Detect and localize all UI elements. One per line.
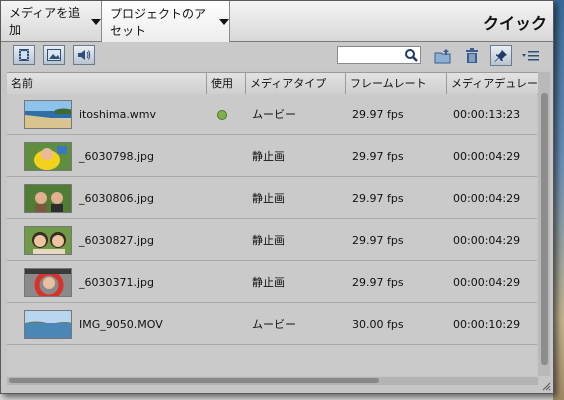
thumbnail-beach — [24, 100, 72, 129]
menu-icon — [522, 51, 539, 61]
asset-duration: 00:00:04:29 — [453, 192, 521, 205]
table-row[interactable]: _6030827.jpg 静止画 29.97 fps 00:00:04:29 — [7, 220, 537, 261]
asset-frame-rate: 29.97 fps — [352, 108, 404, 121]
project-assets-label: プロジェクトのアセット — [110, 6, 207, 38]
delete-button[interactable] — [462, 46, 482, 66]
desktop-background — [553, 0, 564, 400]
table-row[interactable]: _6030798.jpg 静止画 29.97 fps 00:00:04:29 — [7, 136, 537, 177]
asset-frame-rate: 30.00 fps — [352, 318, 404, 331]
asset-frame-rate: 29.97 fps — [352, 276, 404, 289]
thumbnail-children-green — [24, 184, 72, 213]
quick-mode-tab[interactable]: クイック — [483, 10, 547, 34]
asset-list: itoshima.wmv ムービー 29.97 fps 00:00:13:23 … — [7, 94, 537, 376]
top-bar: メディアを追加 プロジェクトのアセット クイック — [1, 1, 553, 42]
asset-duration: 00:00:04:29 — [453, 150, 521, 163]
resize-grip-icon[interactable] — [542, 382, 551, 391]
thumbnail-children-faces — [24, 226, 72, 255]
asset-name: _6030827.jpg — [79, 234, 155, 247]
image-icon — [47, 49, 61, 61]
speaker-icon — [78, 50, 91, 60]
asset-type: ムービー — [252, 318, 296, 331]
thumbnail-child-yellow — [24, 142, 72, 171]
thumbnail-sea — [24, 310, 72, 339]
asset-type: 静止画 — [252, 234, 285, 247]
asset-duration: 00:00:10:29 — [453, 318, 521, 331]
asset-frame-rate: 29.97 fps — [352, 234, 404, 247]
asset-type: ムービー — [252, 108, 296, 121]
asset-type: 静止画 — [252, 192, 285, 205]
column-header-used[interactable]: 使用 — [207, 73, 246, 94]
column-header-frame-rate[interactable]: フレームレート — [346, 73, 447, 94]
toolbar — [1, 42, 553, 71]
panel-menu-button[interactable] — [521, 46, 541, 66]
folder-up-icon — [434, 49, 451, 64]
table-row[interactable]: _6030806.jpg 静止画 29.97 fps 00:00:04:29 — [7, 178, 537, 219]
asset-name: itoshima.wmv — [79, 108, 157, 121]
column-header-row: 名前 使用 メディアタイプ フレームレート メディアデュレーシ — [7, 72, 543, 95]
asset-name: _6030806.jpg — [79, 192, 155, 205]
asset-frame-rate: 29.97 fps — [352, 150, 404, 163]
search-icon[interactable] — [404, 48, 418, 62]
pin-button[interactable] — [490, 45, 512, 66]
project-assets-panel: メディアを追加 プロジェクトのアセット クイック 名前 使用 メディアタイプ フ… — [0, 0, 554, 394]
asset-duration: 00:00:04:29 — [453, 234, 521, 247]
chevron-down-icon — [219, 19, 229, 25]
film-icon — [19, 49, 29, 61]
vertical-scroll-thumb[interactable] — [541, 93, 548, 365]
asset-type: 静止画 — [252, 276, 285, 289]
asset-duration: 00:00:04:29 — [453, 276, 521, 289]
add-media-label: メディアを追加 — [9, 6, 81, 37]
new-folder-button[interactable] — [433, 46, 453, 66]
table-row[interactable]: IMG_9050.MOV ムービー 30.00 fps 00:00:10:29 — [7, 304, 537, 345]
project-assets-button[interactable]: プロジェクトのアセット — [101, 1, 230, 42]
pin-icon — [494, 49, 507, 62]
asset-duration: 00:00:13:23 — [453, 108, 521, 121]
horizontal-scroll-thumb[interactable] — [9, 378, 379, 383]
asset-name: IMG_9050.MOV — [79, 318, 163, 331]
search-field[interactable] — [337, 46, 421, 64]
filter-audio-button[interactable] — [73, 45, 95, 65]
asset-type: 静止画 — [252, 150, 285, 163]
table-row[interactable]: itoshima.wmv ムービー 29.97 fps 00:00:13:23 — [7, 94, 537, 135]
asset-name: _6030798.jpg — [79, 150, 155, 163]
column-header-media-type[interactable]: メディアタイプ — [246, 73, 346, 94]
thumbnail-child-red-ring — [24, 268, 72, 297]
asset-frame-rate: 29.97 fps — [352, 192, 404, 205]
add-media-button[interactable]: メディアを追加 — [1, 1, 101, 41]
filter-video-button[interactable] — [13, 45, 35, 65]
asset-name: _6030371.jpg — [79, 276, 155, 289]
filter-image-button[interactable] — [43, 45, 65, 65]
chevron-down-icon — [91, 18, 101, 25]
column-header-name[interactable]: 名前 — [7, 73, 207, 94]
used-indicator — [217, 110, 227, 120]
trash-icon — [466, 48, 478, 63]
table-row[interactable]: _6030371.jpg 静止画 29.97 fps 00:00:04:29 — [7, 262, 537, 303]
column-header-duration[interactable]: メディアデュレーシ — [447, 73, 543, 94]
